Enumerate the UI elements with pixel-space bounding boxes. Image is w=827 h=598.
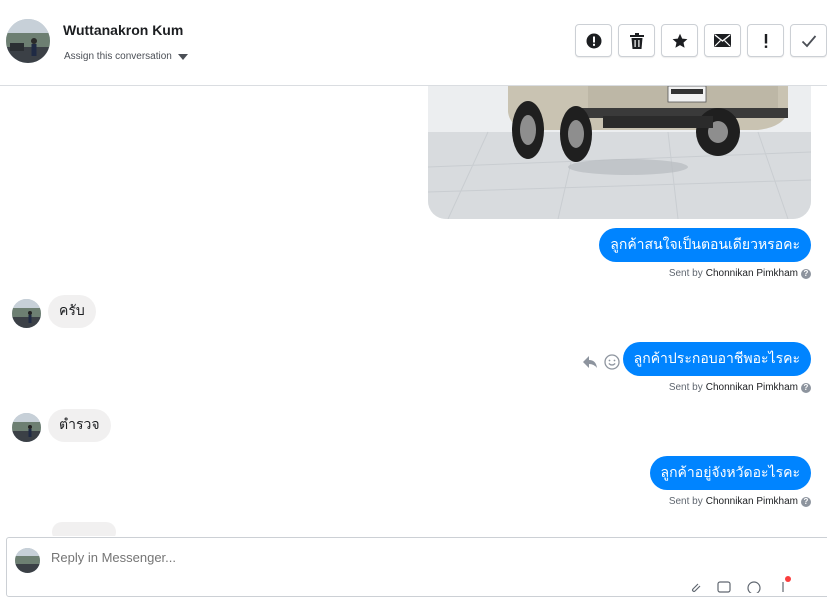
- star-icon: [672, 33, 688, 49]
- mark-unread-button[interactable]: [704, 24, 741, 57]
- saved-replies-icon[interactable]: [717, 580, 731, 598]
- envelope-icon: [714, 34, 731, 47]
- delete-button[interactable]: [618, 24, 655, 57]
- sent-by-label: Sent by Chonnikan Pimkham ?: [669, 496, 811, 507]
- outgoing-message[interactable]: ลูกค้าสนใจเป็นตอนเดียวหรอคะ: [599, 228, 811, 262]
- contact-avatar-small[interactable]: [12, 299, 41, 328]
- incoming-message-partial: [52, 522, 116, 536]
- sent-by-prefix: Sent by: [668, 382, 703, 393]
- chevron-down-icon: [177, 54, 188, 60]
- sent-by-label: Sent by Chonnikan Pimkham ?: [669, 382, 811, 393]
- trash-icon: [629, 32, 644, 49]
- reply-input[interactable]: [51, 550, 651, 565]
- car-photo-icon: [428, 86, 811, 219]
- outgoing-message[interactable]: ลูกค้าประกอบอาชีพอะไรคะ: [622, 342, 811, 376]
- emoji-picker-icon[interactable]: [747, 580, 761, 598]
- outgoing-message[interactable]: ลูกค้าอยู่จังหวัดอะไรคะ: [649, 456, 811, 490]
- help-icon[interactable]: ?: [801, 496, 811, 507]
- incoming-message[interactable]: ตำรวจ: [48, 409, 111, 442]
- incoming-message[interactable]: ครับ: [48, 295, 96, 328]
- help-icon[interactable]: ?: [801, 268, 811, 279]
- emoji-icon[interactable]: [604, 354, 620, 375]
- assign-conversation-dropdown[interactable]: Assign this conversation: [64, 51, 188, 62]
- notification-dot: [785, 576, 791, 582]
- star-button[interactable]: [661, 24, 698, 57]
- sent-by-name[interactable]: Chonnikan Pimkham: [706, 382, 798, 393]
- conversation-actions: [575, 24, 827, 57]
- attachment-icon[interactable]: [689, 580, 701, 598]
- checkmark-icon: [801, 34, 817, 48]
- sent-by-prefix: Sent by: [668, 496, 703, 507]
- message-thread[interactable]: ลูกค้าสนใจเป็นตอนเดียวหรอคะ Sent by Chon…: [0, 86, 827, 536]
- contact-name[interactable]: Wuttanakron Kum: [63, 22, 183, 38]
- message-hover-actions: [582, 354, 620, 375]
- sent-by-prefix: Sent by: [668, 268, 703, 279]
- sent-by-name[interactable]: Chonnikan Pimkham: [706, 496, 798, 507]
- assign-label: Assign this conversation: [64, 51, 172, 62]
- contact-avatar[interactable]: [6, 19, 50, 63]
- exclamation-icon: [763, 33, 769, 49]
- image-message[interactable]: [428, 86, 811, 219]
- alert-circle-icon: [586, 33, 602, 49]
- contact-avatar-small[interactable]: [12, 413, 41, 442]
- mark-spam-button[interactable]: [575, 24, 612, 57]
- sent-by-label: Sent by Chonnikan Pimkham ?: [669, 268, 811, 279]
- conversation-header: Wuttanakron Kum Assign this conversation: [0, 0, 827, 86]
- payment-icon[interactable]: [777, 576, 791, 598]
- reply-icon[interactable]: [582, 355, 598, 374]
- follow-up-button[interactable]: [747, 24, 784, 57]
- sent-by-name[interactable]: Chonnikan Pimkham: [706, 268, 798, 279]
- reply-composer: [6, 537, 827, 597]
- composer-toolbar: [689, 576, 791, 598]
- mark-done-button[interactable]: [790, 24, 827, 57]
- page-avatar: [15, 548, 40, 573]
- help-icon[interactable]: ?: [801, 382, 811, 393]
